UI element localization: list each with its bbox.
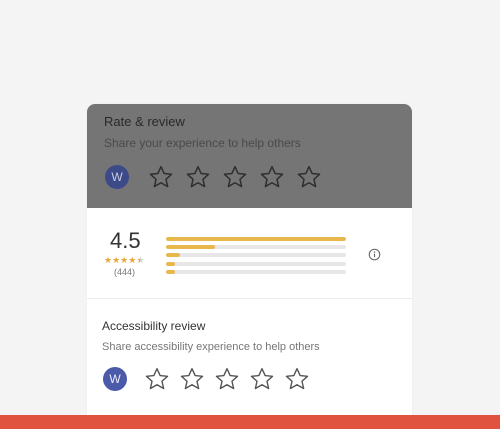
star-icon[interactable] [185,164,211,190]
rating-distribution [166,237,346,278]
average-score: 4.5 [110,228,141,253]
distribution-bar-fill [166,253,181,258]
accessibility-review-subtitle: Share accessibility experience to help o… [102,341,320,353]
star-icon[interactable] [144,366,170,392]
distribution-bar-fill [166,245,215,250]
star-icon[interactable] [148,164,174,190]
accessibility-review-title: Accessibility review [102,319,206,333]
star-icon: ★ [120,255,129,265]
avatar: W [103,367,127,391]
bottom-accent-strip [0,415,500,429]
review-card: Rate & review Share your experience to h… [87,104,412,415]
star-icon: ★ [112,255,121,265]
star-icon[interactable] [214,366,240,392]
review-count: (444) [114,267,136,277]
distribution-bar-fill [166,237,346,241]
star-icon[interactable] [284,366,310,392]
avatar: W [105,165,129,189]
distribution-bar-fill [166,269,175,274]
rate-review-subtitle: Share your experience to help others [104,136,301,150]
rate-stars [148,164,322,190]
distribution-bar-4 [166,245,346,250]
half-star-icon: ★ [136,255,145,265]
star-icon: ★ [128,255,137,265]
distribution-bar-1 [166,269,346,274]
rate-review-panel[interactable]: Rate & review Share your experience to h… [87,104,412,208]
distribution-bar-3 [166,253,346,258]
info-icon[interactable] [368,248,381,261]
star-icon[interactable] [179,366,205,392]
distribution-bar-5 [166,237,346,241]
star-icon[interactable] [296,164,322,190]
star-icon[interactable] [259,164,285,190]
accessibility-stars [144,366,310,392]
star-icon[interactable] [222,164,248,190]
star-icon[interactable] [249,366,275,392]
star-icon: ★ [104,255,113,265]
distribution-bar-fill [166,261,175,266]
average-stars: ★ ★ ★ ★ ★ [104,256,144,265]
distribution-bar-2 [166,261,346,266]
rate-review-title: Rate & review [104,114,185,129]
